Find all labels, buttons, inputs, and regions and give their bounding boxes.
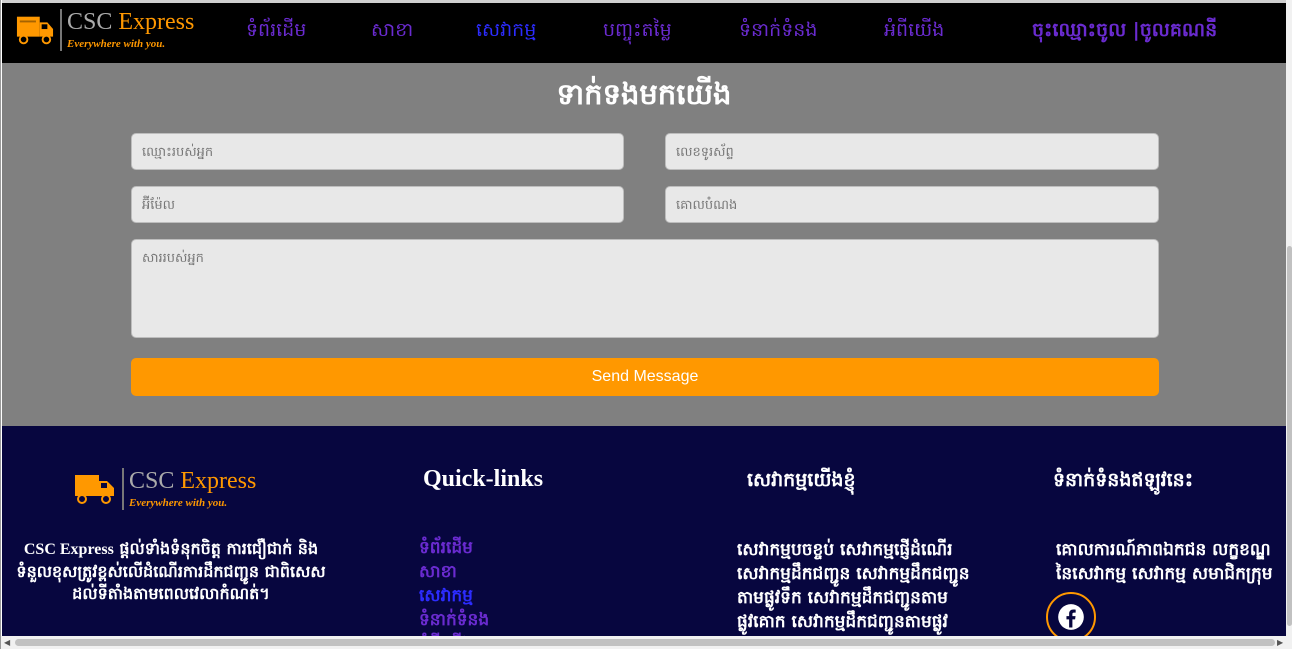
logo-divider: [122, 468, 124, 510]
brand-name: CSC Express: [67, 9, 195, 35]
facebook-icon: [1058, 604, 1084, 630]
nav-item-services[interactable]: សេវាកម្ម: [476, 18, 536, 46]
truck-icon: [75, 475, 114, 504]
quicklink-contact[interactable]: ទំនាក់ទំនង: [419, 608, 489, 632]
contact-title: ទាក់ទងមកយើង: [556, 77, 732, 111]
quicklink-services[interactable]: សេវាកម្ម: [419, 584, 489, 608]
logo-text: CSC Express Everywhere with you.: [129, 469, 256, 509]
footer: CSC Express Everywhere with you. CSC Exp…: [2, 426, 1286, 649]
horizontal-scroll-thumb[interactable]: [15, 639, 1275, 646]
services-title: សេវាកម្មយើងខ្ញុំ: [747, 469, 856, 491]
logo-text: CSC Express Everywhere with you.: [67, 10, 194, 50]
footer-logo[interactable]: CSC Express Everywhere with you.: [74, 468, 256, 510]
phone-input[interactable]: លេខទូរស័ព្ទ: [665, 133, 1159, 170]
quicklink-branches[interactable]: សាខា: [419, 560, 489, 584]
name-input[interactable]: ឈ្មោះរបស់អ្នក: [131, 133, 624, 170]
services-text: សេវាកម្មបចខ្ចប់ សេវាកម្មផ្ញើដំណើរ សេវាកម…: [737, 540, 970, 649]
contact-section: ទាក់ទងមកយើង ឈ្មោះរបស់អ្នក លេខទូរស័ព្ទ អ៊…: [2, 63, 1286, 426]
browser-viewport: CSC Express Everywhere with you. ទំព័រដើ…: [0, 0, 1292, 649]
brand-name: CSC Express: [129, 468, 257, 494]
nav-item-branches[interactable]: សាខា: [371, 18, 413, 46]
message-textarea[interactable]: សាររបស់អ្នក: [131, 239, 1159, 338]
brand-tagline: Everywhere with you.: [129, 497, 228, 509]
email-input[interactable]: អ៊ីម៉ែល: [131, 186, 624, 223]
brand-tagline: Everywhere with you.: [67, 38, 166, 50]
truck-icon: [16, 16, 54, 45]
nav-item-about[interactable]: អំពីយើង: [884, 18, 944, 46]
contact-now-title: ទំនាក់ទំនងឥឡូវនេះ: [1053, 469, 1194, 491]
nav-item-contact[interactable]: ទំនាក់ទំនង: [739, 18, 817, 46]
subject-input[interactable]: គោលបំណង: [665, 186, 1159, 223]
scroll-left-arrow-icon[interactable]: ◀: [4, 638, 10, 647]
send-message-button[interactable]: Send Message: [131, 358, 1159, 396]
quicklinks-title: Quick-links: [423, 466, 544, 492]
navbar: CSC Express Everywhere with you. ទំព័រដើ…: [2, 0, 1286, 63]
auth-links[interactable]: ចុះឈ្មោះចូល |ចូលគណនី: [1032, 18, 1217, 46]
logo-divider: [60, 9, 62, 51]
quicklinks-list: ទំព័រដើម សាខា សេវាកម្ម ទំនាក់ទំនង អំពីយើ…: [419, 536, 489, 649]
nav-item-home[interactable]: ទំព័រដើម: [246, 18, 306, 46]
vertical-scroll-thumb[interactable]: [1287, 246, 1292, 626]
quicklink-home[interactable]: ទំព័រដើម: [419, 536, 489, 560]
nav-item-discounts[interactable]: បញ្ចុះតម្លៃ: [603, 18, 672, 46]
brand-logo[interactable]: CSC Express Everywhere with you.: [16, 9, 194, 51]
facebook-link[interactable]: [1046, 592, 1096, 642]
scroll-right-arrow-icon[interactable]: ▶: [1277, 638, 1283, 647]
contact-now-text: គោលការណ៍ភាពឯកជន លក្ខខណ្ឌនៃសេវាកម្ម សេវាក…: [1056, 540, 1273, 584]
about-text: CSC Express ផ្តល់ទាំងទំនុកចិត្ត ការជឿជាក…: [16, 539, 326, 603]
